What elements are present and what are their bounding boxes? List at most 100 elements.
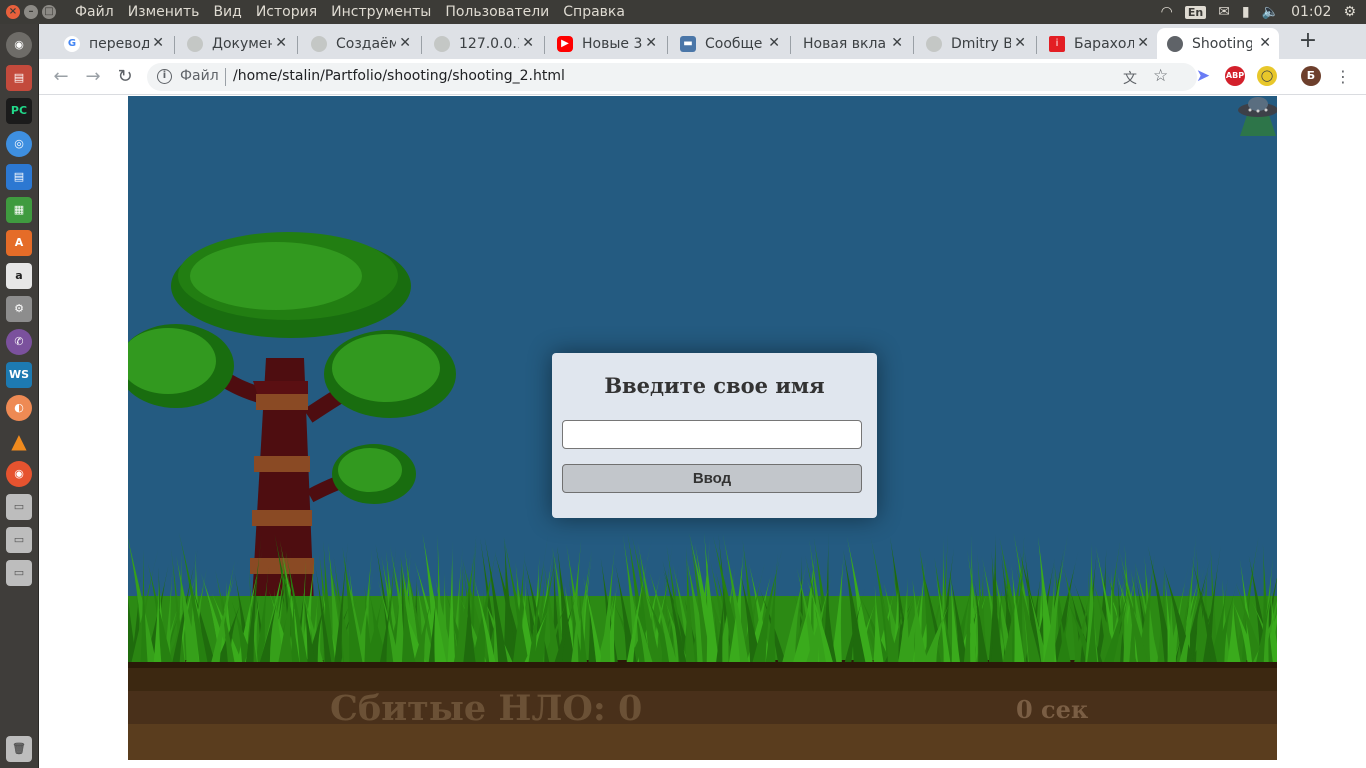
tab-messages[interactable]: ▬ Сообще ✕ bbox=[670, 28, 788, 59]
window-maximize-icon[interactable]: □ bbox=[42, 5, 56, 19]
url-separator bbox=[225, 68, 226, 86]
new-tab-plus-icon[interactable]: + bbox=[1294, 28, 1322, 56]
tab-documentation[interactable]: Докумен ✕ bbox=[177, 28, 295, 59]
drive-icon[interactable]: ▭ bbox=[6, 527, 32, 553]
menu-users[interactable]: Пользователи bbox=[438, 4, 556, 20]
drive-icon[interactable]: ▭ bbox=[6, 494, 32, 520]
tab-localhost[interactable]: 127.0.0.1 ✕ bbox=[424, 28, 542, 59]
calc-icon[interactable]: ▦ bbox=[6, 197, 32, 223]
keyboard-layout-indicator[interactable]: En bbox=[1184, 5, 1207, 19]
tab-dmitry[interactable]: Dmitry B ✕ bbox=[916, 28, 1034, 59]
volume-icon[interactable]: 🔈 bbox=[1262, 4, 1279, 20]
tab-title: Новая вкла bbox=[803, 35, 887, 52]
tab-separator bbox=[544, 36, 545, 54]
trash-icon[interactable]: 🗑 bbox=[6, 736, 32, 762]
more-menu-icon[interactable]: ⋮ bbox=[1331, 65, 1355, 89]
profile-avatar[interactable]: Б bbox=[1301, 66, 1321, 86]
page-viewport: Сбитые НЛО: 0 0 сек Введите свое имя Вво… bbox=[39, 96, 1366, 768]
menu-history[interactable]: История bbox=[249, 4, 324, 20]
drive-icon[interactable]: ▭ bbox=[6, 560, 32, 586]
webstorm-icon[interactable]: WS bbox=[6, 362, 32, 388]
files-app-icon[interactable]: ▤ bbox=[6, 65, 32, 91]
tab-title: Докумен bbox=[212, 35, 272, 52]
tab-shooting-active[interactable]: Shooting ✕ bbox=[1157, 28, 1279, 59]
tab-close-icon[interactable]: ✕ bbox=[768, 35, 780, 51]
tab-title: Барахол bbox=[1074, 35, 1134, 52]
avito-icon: i bbox=[1049, 35, 1065, 52]
tab-separator bbox=[667, 36, 668, 54]
browser-tab-strip: G перевод ✕ Докумен ✕ Создаём ✕ 127.0.0.… bbox=[39, 24, 1366, 59]
battery-icon[interactable]: ▮ bbox=[1242, 4, 1250, 20]
forward-arrow-icon[interactable]: → bbox=[81, 65, 105, 89]
reload-icon[interactable]: ↻ bbox=[113, 65, 137, 89]
window-minimize-icon[interactable]: – bbox=[24, 5, 38, 19]
tab-separator bbox=[790, 36, 791, 54]
url-text[interactable]: /home/stalin/Partfolio/shooting/shooting… bbox=[233, 68, 565, 84]
tab-title: Создаём bbox=[336, 35, 396, 52]
system-settings-icon[interactable]: ⚙ bbox=[6, 296, 32, 322]
amazon-icon[interactable]: a bbox=[6, 263, 32, 289]
tab-create[interactable]: Создаём ✕ bbox=[301, 28, 419, 59]
back-arrow-icon[interactable]: ← bbox=[49, 65, 73, 89]
adblock-icon[interactable]: ABP bbox=[1225, 66, 1245, 86]
tab-close-icon[interactable]: ✕ bbox=[399, 35, 411, 51]
tab-separator bbox=[913, 36, 914, 54]
menu-tools[interactable]: Инструменты bbox=[324, 4, 438, 20]
address-bar[interactable]: i Файл /home/stalin/Partfolio/shooting/s… bbox=[147, 63, 1197, 91]
tab-close-icon[interactable]: ✕ bbox=[891, 35, 903, 51]
chat-icon: ▬ bbox=[680, 35, 696, 52]
tab-close-icon[interactable]: ✕ bbox=[522, 35, 534, 51]
tab-close-icon[interactable]: ✕ bbox=[152, 35, 164, 51]
ufo-score-text: Сбитые НЛО: 0 bbox=[330, 688, 643, 729]
window-controls: × – □ bbox=[6, 5, 56, 19]
tab-close-icon[interactable]: ✕ bbox=[1014, 35, 1026, 51]
tab-translate[interactable]: G перевод ✕ bbox=[54, 28, 172, 59]
wifi-icon[interactable]: ◠ bbox=[1161, 4, 1173, 20]
tab-close-icon[interactable]: ✕ bbox=[275, 35, 287, 51]
clock[interactable]: 01:02 bbox=[1291, 4, 1331, 20]
tab-title: Dmitry B bbox=[951, 35, 1011, 52]
menu-edit[interactable]: Изменить bbox=[121, 4, 207, 20]
google-icon: G bbox=[64, 35, 80, 52]
send-extension-icon[interactable]: ➤ bbox=[1193, 66, 1213, 86]
tree bbox=[128, 232, 456, 606]
pycharm-icon[interactable]: PC bbox=[6, 98, 32, 124]
app-menu-bar: Файл Изменить Вид История Инструменты По… bbox=[68, 4, 632, 20]
chromium-icon[interactable]: ◎ bbox=[6, 131, 32, 157]
tab-flea-market[interactable]: i Барахол ✕ bbox=[1039, 28, 1157, 59]
ufo-icon[interactable] bbox=[1238, 97, 1277, 136]
tab-close-icon[interactable]: ✕ bbox=[1259, 35, 1271, 51]
menu-help[interactable]: Справка bbox=[556, 4, 632, 20]
game-canvas[interactable]: Сбитые НЛО: 0 0 сек Введите свое имя Вво… bbox=[128, 96, 1277, 760]
firefox-icon[interactable]: ◉ bbox=[6, 461, 32, 487]
tab-new-tab[interactable]: Новая вкла ✕ bbox=[793, 28, 911, 59]
extension-icon[interactable]: ◯ bbox=[1257, 66, 1277, 86]
mail-icon[interactable]: ✉ bbox=[1218, 4, 1230, 20]
tab-separator bbox=[174, 36, 175, 54]
globe-icon bbox=[926, 35, 942, 52]
globe-icon bbox=[1167, 35, 1183, 52]
translate-icon[interactable]: 文 bbox=[1123, 68, 1137, 88]
tab-close-icon[interactable]: ✕ bbox=[1137, 35, 1149, 51]
scheme-label: Файл bbox=[180, 68, 219, 84]
player-name-input[interactable] bbox=[562, 420, 862, 449]
bookmark-star-icon[interactable]: ☆ bbox=[1153, 66, 1168, 86]
tab-youtube[interactable]: ▶ Новые 3 ✕ bbox=[547, 28, 665, 59]
viber-icon[interactable]: ✆ bbox=[6, 329, 32, 355]
tab-title: Сообще bbox=[705, 35, 763, 52]
info-icon[interactable]: i bbox=[157, 69, 172, 84]
settings-gear-icon[interactable]: ⚙ bbox=[1343, 4, 1356, 20]
writer-icon[interactable]: ▤ bbox=[6, 164, 32, 190]
tab-title: перевод bbox=[89, 35, 149, 52]
dash-home-icon[interactable]: ◉ bbox=[6, 32, 32, 58]
menu-view[interactable]: Вид bbox=[206, 4, 248, 20]
vlc-icon[interactable]: ▲ bbox=[6, 428, 32, 454]
window-close-icon[interactable]: × bbox=[6, 5, 20, 19]
submit-name-button[interactable]: Ввод bbox=[562, 464, 862, 493]
tab-separator bbox=[297, 36, 298, 54]
software-center-icon[interactable]: A bbox=[6, 230, 32, 256]
menu-file[interactable]: Файл bbox=[68, 4, 121, 20]
system-top-panel: × – □ Файл Изменить Вид История Инструме… bbox=[0, 0, 1366, 24]
sublime-icon[interactable]: ◐ bbox=[6, 395, 32, 421]
tab-close-icon[interactable]: ✕ bbox=[645, 35, 657, 51]
